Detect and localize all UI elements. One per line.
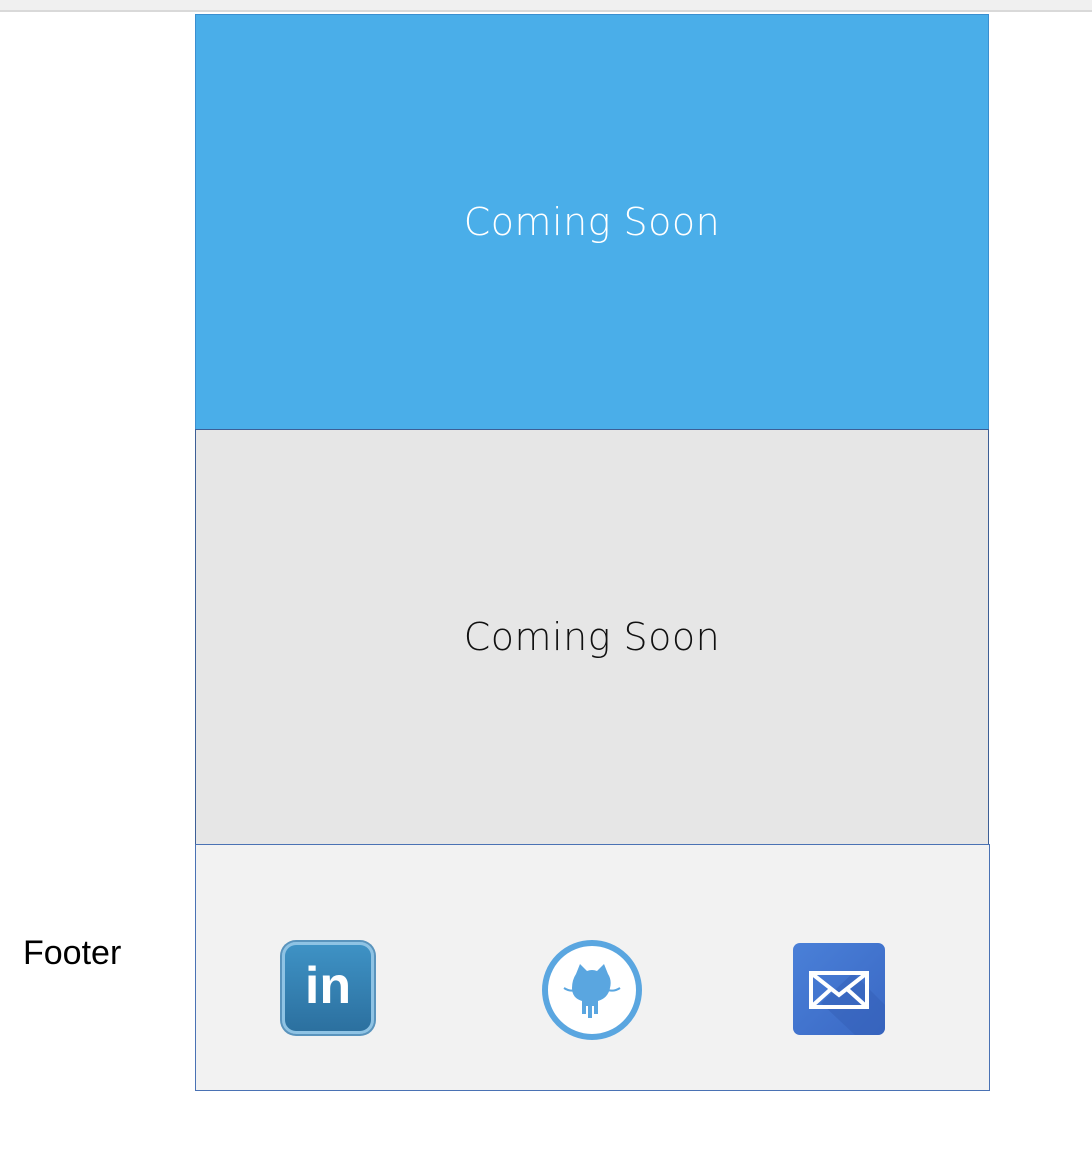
top-bar [0, 0, 1092, 12]
hero-coming-soon-text: Coming Soon [463, 200, 721, 244]
second-coming-soon-text: Coming Soon [463, 615, 721, 659]
footer-section: in [195, 844, 990, 1091]
linkedin-glyph: in [304, 957, 352, 1015]
hero-section: Coming Soon [195, 14, 989, 430]
page-wireframe: Coming Soon Coming Soon in [195, 14, 990, 1091]
github-icon[interactable] [542, 940, 642, 1040]
second-section: Coming Soon [195, 429, 989, 845]
linkedin-icon[interactable]: in [282, 942, 374, 1034]
footer-label: Footer [23, 934, 122, 972]
mail-icon[interactable] [793, 943, 885, 1035]
